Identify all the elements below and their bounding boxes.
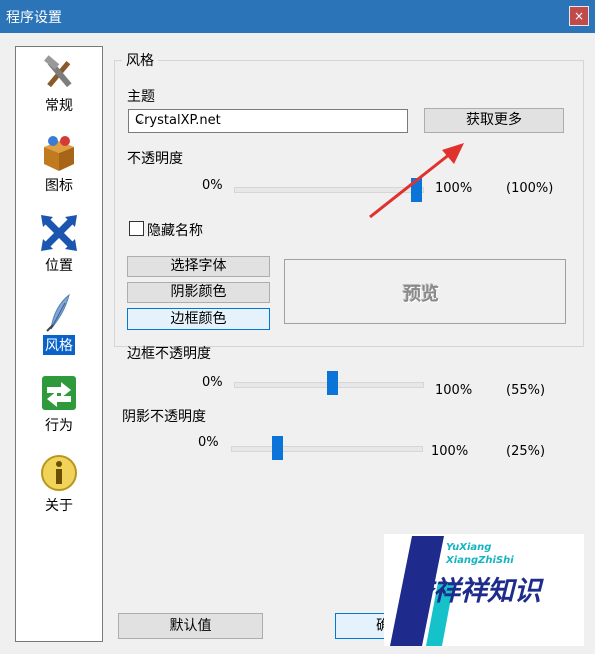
get-more-button[interactable]: 获取更多: [424, 108, 564, 133]
shadow-opacity-min-label: 0%: [198, 435, 219, 450]
svg-text:誉祥祥知识: 誉祥祥知识: [406, 576, 544, 607]
cross-arrows-icon: [41, 215, 77, 251]
shadow-opacity-slider-track: [231, 446, 423, 452]
border-color-button[interactable]: 边框颜色: [127, 308, 270, 330]
style-group-legend: 风格: [122, 50, 158, 70]
opacity-label: 不透明度: [127, 151, 183, 167]
preview-text: 预览: [403, 284, 439, 305]
border-opacity-min-label: 0%: [202, 375, 223, 390]
sidebar-item-style[interactable]: 风格: [16, 293, 102, 355]
opacity-value: (100%): [506, 181, 554, 196]
sidebar-item-label: 图标: [45, 178, 73, 194]
exchange-arrows-icon: [42, 376, 76, 410]
shadow-opacity-slider-thumb[interactable]: [271, 436, 283, 460]
opacity-min-label: 0%: [202, 178, 223, 193]
box-icon: [44, 136, 74, 171]
border-opacity-max-label: 100%: [435, 383, 473, 398]
title-bar: 程序设置 ×: [0, 0, 595, 33]
shadow-color-button[interactable]: 阴影颜色: [127, 282, 270, 303]
chevron-down-icon: ⌄: [135, 113, 145, 126]
sidebar-item-behavior[interactable]: 行为: [16, 373, 102, 435]
feather-icon: [46, 293, 70, 332]
sidebar-item-label: 位置: [45, 258, 73, 274]
annotation-arrow-icon: [369, 143, 464, 219]
shadow-opacity-max-label: 100%: [431, 444, 469, 459]
select-font-button[interactable]: 选择字体: [127, 256, 270, 277]
default-button[interactable]: 默认值: [118, 613, 263, 639]
svg-text:XiangZhiShi: XiangZhiShi: [445, 555, 514, 566]
watermark-graphic: YuXiang XiangZhiShi 誉祥祥知识: [390, 536, 544, 646]
sidebar-item-about[interactable]: 关于: [16, 453, 102, 515]
theme-select[interactable]: CrystalXP.net ⌄: [128, 109, 408, 133]
info-icon: [41, 455, 77, 491]
tools-icon: [44, 55, 72, 88]
hide-name-label: 隐藏名称: [147, 223, 203, 239]
watermark-logo: YuXiang XiangZhiShi 誉祥祥知识: [384, 534, 584, 646]
window-title: 程序设置: [6, 10, 62, 26]
border-opacity-value: (55%): [506, 383, 546, 398]
sidebar-item-label: 风格: [43, 335, 75, 355]
sidebar-item-position[interactable]: 位置: [16, 213, 102, 275]
hide-name-checkbox[interactable]: [129, 221, 144, 236]
close-button[interactable]: ×: [569, 6, 589, 26]
border-opacity-label: 边框不透明度: [127, 346, 211, 362]
sidebar-item-label: 行为: [45, 418, 73, 434]
shadow-opacity-label: 阴影不透明度: [122, 409, 206, 425]
preview-box: 预览: [284, 259, 566, 324]
sidebar-item-label: 关于: [45, 498, 73, 514]
svg-text:YuXiang: YuXiang: [446, 542, 491, 553]
sidebar-item-label: 常规: [45, 98, 73, 114]
theme-label: 主题: [127, 89, 155, 105]
border-opacity-slider-thumb[interactable]: [327, 371, 339, 395]
shadow-opacity-value: (25%): [506, 444, 546, 459]
sidebar-item-general[interactable]: 常规: [16, 53, 102, 115]
sidebar: 常规 图标 位置 风格 行为 关于: [15, 46, 103, 642]
sidebar-item-icons[interactable]: 图标: [16, 133, 102, 195]
